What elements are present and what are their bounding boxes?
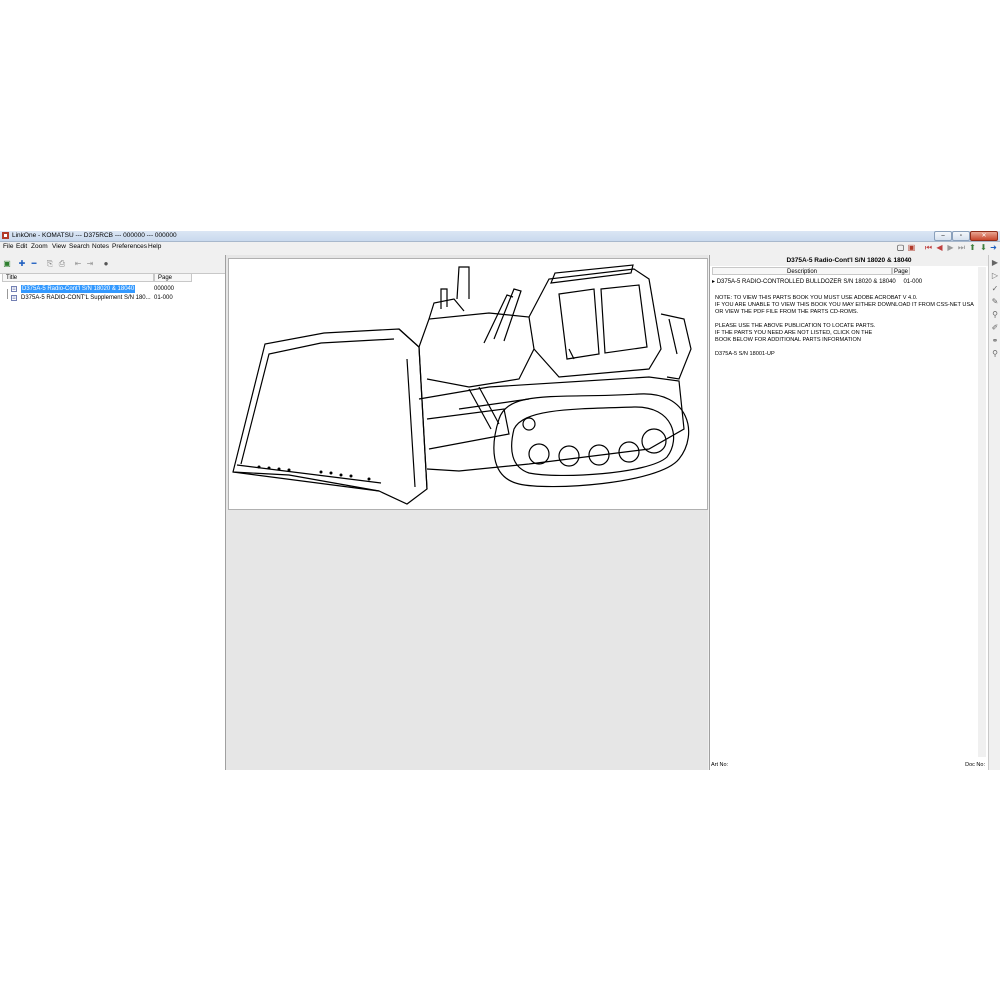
menu-preferences[interactable]: Preferences <box>112 243 147 250</box>
note-line: BOOK BELOW FOR ADDITIONAL PARTS INFORMAT… <box>715 337 861 343</box>
contents-pane: ▣ ✚ ━ ⎘ ⎙ ⇤ ⇥ ● Title Page D375A-5 Radio… <box>0 255 226 770</box>
menu-bar: File Edit Zoom View Search Notes Prefere… <box>0 242 1000 252</box>
note-line-link[interactable]: D375A-5 S/N 18001-UP <box>715 351 775 358</box>
forward-icon[interactable]: ⇥ <box>85 259 95 269</box>
linkone-app-icon <box>2 232 9 239</box>
next-icon[interactable]: ▶ <box>946 243 955 253</box>
document-icon <box>11 286 17 292</box>
navigation-toolbar: ▢ ▣ ⏮ ◀ ▶ ⏭ ⬆ ⬇ ➜ <box>890 243 1000 255</box>
edit-icon[interactable]: ✐ <box>990 323 1000 333</box>
previous-icon[interactable]: ◀ <box>935 243 944 253</box>
bulldozer-illustration[interactable] <box>228 258 708 510</box>
info-icon[interactable]: ● <box>101 259 111 269</box>
menu-zoom[interactable]: Zoom <box>31 243 48 250</box>
minimize-button[interactable]: – <box>934 231 952 241</box>
column-page[interactable]: Page <box>154 274 192 282</box>
copy-icon[interactable]: ⎘ <box>45 259 55 269</box>
tree-row-page: 000000 <box>154 286 175 292</box>
link-icon[interactable]: ⚲ <box>990 310 1000 320</box>
menu-edit[interactable]: Edit <box>16 243 27 250</box>
illustration-pane <box>226 255 708 770</box>
note-icon[interactable]: ✎ <box>990 297 1000 307</box>
column-description[interactable]: Description <box>712 267 892 275</box>
status-bar: Art No: Doc No: <box>709 761 987 770</box>
parts-list-pane: D375A-5 Radio-Cont'l S/N 18020 & 18040 D… <box>709 255 988 770</box>
note-line: PLEASE USE THE ABOVE PUBLICATION TO LOCA… <box>715 323 876 329</box>
select-icon[interactable]: ▷ <box>990 271 1000 281</box>
print-icon[interactable]: ⎙ <box>57 259 67 269</box>
tree-row-1[interactable]: D375A-5 Radio-Cont'l S/N 18020 & 18040 0… <box>0 285 225 293</box>
note-line: OR VIEW THE PDF FILE FROM THE PARTS CD-R… <box>715 309 859 315</box>
art-no-label: Art No: <box>711 762 729 768</box>
check-icon[interactable]: ✓ <box>990 284 1000 294</box>
side-toolbar: ▶ ▷ ✓ ✎ ⚲ ✐ ⚭ ⚲ <box>988 255 1000 770</box>
tree-row-2[interactable]: D375A-5 RADIO-CONT'L Supplement S/N 180.… <box>0 294 225 302</box>
maximize-button[interactable]: ▫ <box>952 231 970 241</box>
tree-row-title: D375A-5 RADIO-CONT'L Supplement S/N 180.… <box>21 295 151 301</box>
document-icon <box>11 295 17 301</box>
linkone-window: LinkOne - KOMATSU --- D375RCB --- 000000… <box>0 231 1000 770</box>
menu-search[interactable]: Search <box>69 243 90 250</box>
parts-list-scrollbar[interactable] <box>978 267 986 757</box>
save-icon[interactable]: ▣ <box>2 259 12 269</box>
parts-list-header: D375A-5 Radio-Cont'l S/N 18020 & 18040 <box>710 255 988 266</box>
up-icon[interactable]: ⬆ <box>968 243 977 253</box>
book-icon[interactable]: ▣ <box>907 243 916 253</box>
expand-icon[interactable]: ✚ <box>17 259 27 269</box>
pick-icon[interactable]: ▶ <box>990 258 1000 268</box>
window-icon[interactable]: ▢ <box>896 243 905 253</box>
row-pointer-icon: ▸ <box>712 279 716 285</box>
collapse-icon[interactable]: ━ <box>29 259 39 269</box>
menu-file[interactable]: File <box>3 243 13 250</box>
binoculars-icon[interactable]: ⚭ <box>990 336 1000 346</box>
go-icon[interactable]: ➜ <box>989 243 998 253</box>
down-icon[interactable]: ⬇ <box>979 243 988 253</box>
menu-view[interactable]: View <box>52 243 66 250</box>
column-page[interactable]: Page <box>892 267 910 275</box>
contents-toolbar: ▣ ✚ ━ ⎘ ⎙ ⇤ ⇥ ● <box>0 255 225 274</box>
menu-help[interactable]: Help <box>148 243 161 250</box>
tree-row-title: D375A-5 Radio-Cont'l S/N 18020 & 18040 <box>21 285 136 293</box>
last-icon[interactable]: ⏭ <box>957 243 966 253</box>
back-icon[interactable]: ⇤ <box>73 259 83 269</box>
tree-row-page: 01-000 <box>154 295 173 301</box>
search-icon[interactable]: ⚲ <box>990 349 1000 359</box>
first-icon[interactable]: ⏮ <box>924 243 933 253</box>
title-bar: LinkOne - KOMATSU --- D375RCB --- 000000… <box>0 231 1000 242</box>
row-description: D375A-5 RADIO-CONTROLLED BULLDOZER S/N 1… <box>716 279 896 285</box>
note-line: NOTE: TO VIEW THIS PARTS BOOK YOU MUST U… <box>715 295 918 301</box>
parts-list-row[interactable]: ▸ D375A-5 RADIO-CONTROLLED BULLDOZER S/N… <box>712 278 922 285</box>
close-button[interactable]: ✕ <box>970 231 998 241</box>
row-page: 01-000 <box>903 279 923 285</box>
window-title: LinkOne - KOMATSU --- D375RCB --- 000000… <box>12 232 177 239</box>
doc-no-label: Doc No: <box>965 762 985 768</box>
menu-notes[interactable]: Notes <box>92 243 109 250</box>
note-line: IF THE PARTS YOU NEED ARE NOT LISTED, CL… <box>715 330 873 336</box>
note-line: IF YOU ARE UNABLE TO VIEW THIS BOOK YOU … <box>715 302 974 308</box>
bulldozer-drawing <box>232 264 692 505</box>
column-title[interactable]: Title <box>2 274 154 282</box>
